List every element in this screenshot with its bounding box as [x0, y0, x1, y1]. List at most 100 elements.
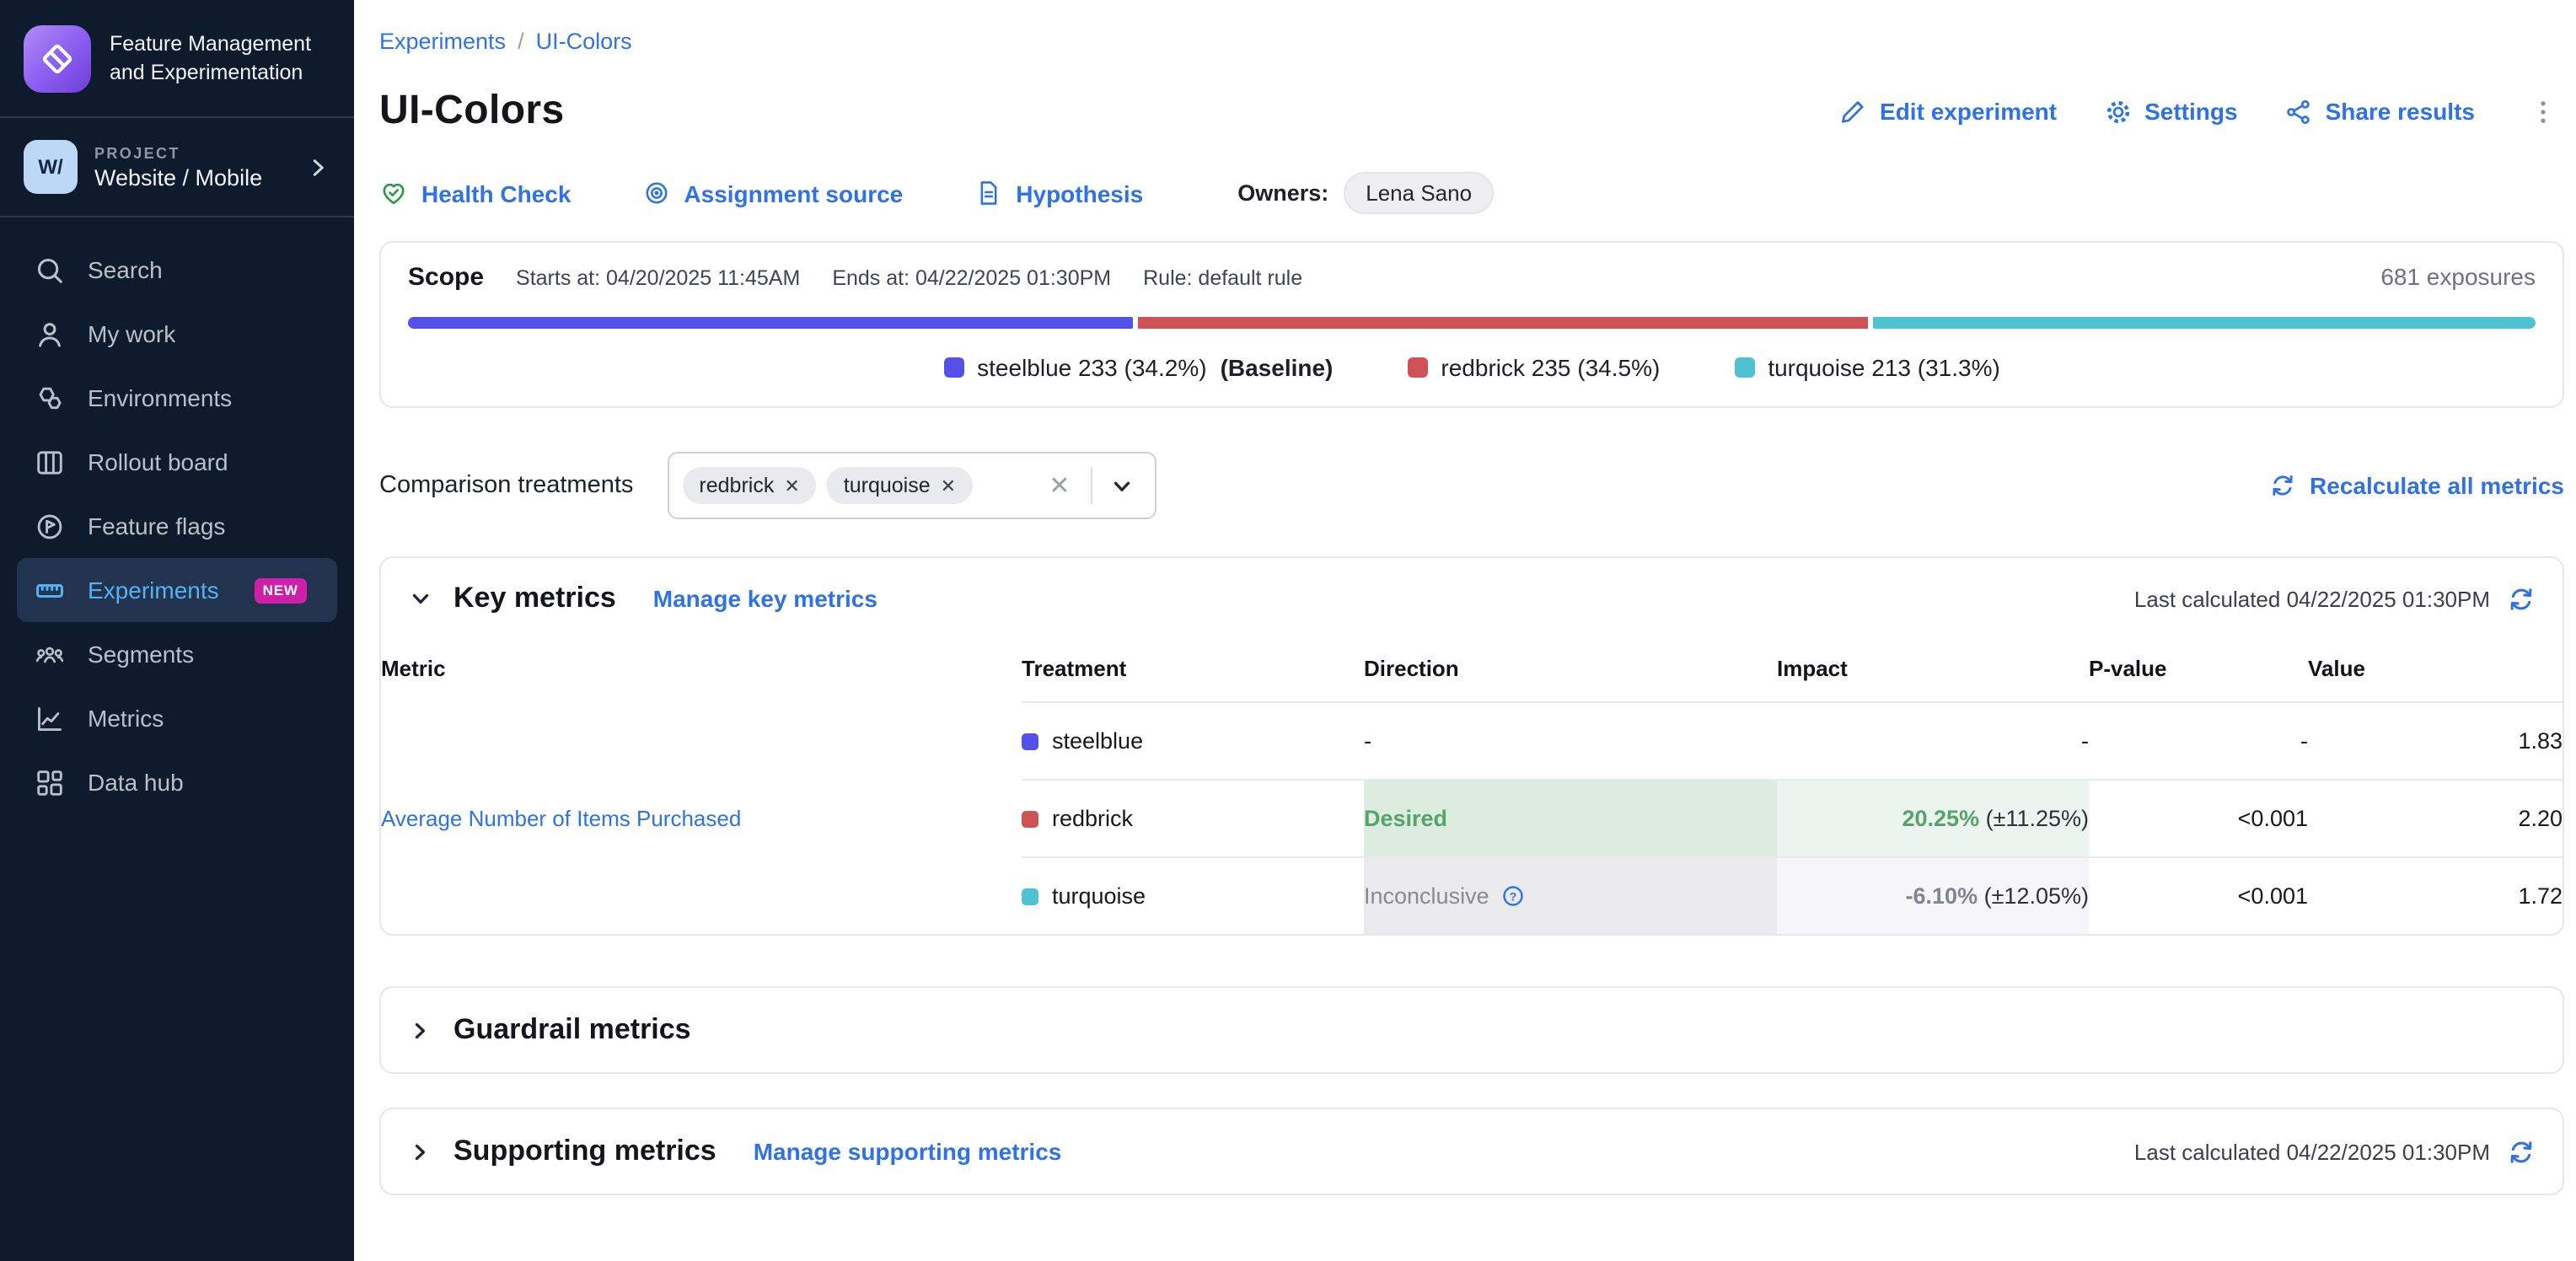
clear-selection-icon[interactable]: ✕: [1038, 470, 1080, 501]
sidebar-nav: Search My work Environments Rollout boar…: [0, 217, 354, 814]
remove-chip-icon[interactable]: ✕: [784, 475, 799, 496]
share-icon: [2285, 97, 2314, 126]
manage-supporting-metrics-link[interactable]: Manage supporting metrics: [754, 1138, 1062, 1165]
refresh-icon[interactable]: [2507, 584, 2536, 613]
breadcrumb-current-link[interactable]: UI-Colors: [536, 29, 632, 54]
sidebar-item-segments[interactable]: Segments: [17, 622, 337, 686]
impact-cell: -: [1777, 702, 2089, 780]
question-circle-icon[interactable]: ?: [1501, 883, 1527, 909]
legend-item-steelblue: steelblue 233 (34.2%) (Baseline): [943, 354, 1333, 381]
sidebar-item-my-work[interactable]: My work: [17, 302, 337, 366]
col-header-metric: Metric: [381, 639, 1022, 702]
sidebar-item-rollout-board[interactable]: Rollout board: [17, 430, 337, 494]
assignment-source-link[interactable]: Assignment source: [641, 179, 903, 207]
pvalue-cell: <0.001: [2089, 857, 2308, 934]
main-content: Experiments / UI-Colors UI-Colors Edit e…: [354, 0, 2576, 1261]
breadcrumb-experiments-link[interactable]: Experiments: [379, 29, 506, 54]
steelblue-swatch: [943, 357, 963, 378]
pencil-icon: [1839, 97, 1868, 126]
sidebar-item-label: Segments: [88, 641, 194, 668]
steelblue-swatch: [1022, 732, 1038, 749]
impact-cell: -6.10% (±12.05%): [1777, 857, 2089, 934]
edit-experiment-button[interactable]: Edit experiment: [1839, 97, 2057, 126]
scope-rule: Rule: default rule: [1143, 266, 1302, 290]
sidebar-item-label: Rollout board: [88, 448, 228, 475]
divider: [1090, 467, 1092, 504]
target-icon: [641, 179, 670, 207]
sidebar-item-experiments[interactable]: Experiments NEW: [17, 558, 337, 622]
brand-logo-icon: [24, 25, 91, 93]
data-hub-grid-icon: [34, 766, 66, 798]
sidebar-item-search[interactable]: Search: [17, 238, 337, 302]
share-results-button[interactable]: Share results: [2285, 97, 2475, 126]
treatment-legend: steelblue 233 (34.2%) (Baseline) redbric…: [408, 354, 2536, 381]
recalculate-all-metrics-button[interactable]: Recalculate all metrics: [2269, 472, 2564, 499]
chip-turquoise[interactable]: turquoise ✕: [827, 467, 973, 504]
chevron-down-icon[interactable]: [1102, 473, 1140, 498]
expand-chevron-right-icon[interactable]: [408, 1139, 433, 1164]
owners-block: Owners: Lena Sano: [1237, 172, 1494, 214]
metric-cell: Average Number of Items Purchased: [381, 702, 1022, 934]
hexagons-icon: [34, 382, 66, 414]
manage-key-metrics-link[interactable]: Manage key metrics: [653, 585, 877, 612]
treatment-cell: turquoise: [1022, 857, 1364, 934]
pvalue-cell: -: [2089, 702, 2308, 780]
remove-chip-icon[interactable]: ✕: [941, 475, 956, 496]
guardrail-metrics-card[interactable]: Guardrail metrics: [379, 986, 2564, 1074]
direction-cell: Desired: [1364, 780, 1777, 857]
bar-segment-steelblue: [408, 317, 1132, 329]
comparison-label: Comparison treatments: [379, 472, 633, 499]
redbrick-swatch: [1022, 810, 1038, 827]
legend-item-turquoise: turquoise 213 (31.3%): [1734, 354, 2000, 381]
col-header-impact: Impact: [1777, 639, 2089, 702]
expand-chevron-right-icon[interactable]: [408, 1017, 433, 1043]
refresh-icon: [2269, 472, 2296, 499]
document-icon: [974, 179, 1002, 207]
breadcrumb: Experiments / UI-Colors: [379, 0, 2564, 54]
metric-link[interactable]: Average Number of Items Purchased: [381, 806, 741, 831]
sidebar-item-label: Feature flags: [88, 512, 225, 539]
turquoise-swatch: [1022, 888, 1038, 904]
svg-text:?: ?: [1510, 890, 1517, 904]
table-row-steelblue: Average Number of Items Purchased steelb…: [381, 702, 2563, 780]
scope-exposures: 681 exposures: [2380, 263, 2536, 290]
last-calculated-text: Last calculated 04/22/2025 01:30PM: [2134, 1139, 2490, 1164]
chip-redbrick[interactable]: redbrick ✕: [682, 467, 816, 504]
treatment-multiselect[interactable]: redbrick ✕ turquoise ✕ ✕: [667, 452, 1156, 519]
scope-ends-at: Ends at: 04/22/2025 01:30PM: [832, 266, 1111, 290]
treatment-distribution-bar: [408, 317, 2536, 329]
sidebar-item-label: Environments: [88, 384, 232, 411]
chevron-right-icon: [305, 154, 330, 180]
board-columns-icon: [34, 446, 66, 478]
key-metrics-title: Key metrics: [453, 582, 616, 615]
legend-item-redbrick: redbrick 235 (34.5%): [1407, 354, 1660, 381]
scope-title: Scope: [408, 263, 484, 292]
search-icon: [34, 254, 66, 286]
health-check-link[interactable]: Health Check: [379, 179, 571, 207]
collapse-chevron-down-icon[interactable]: [408, 586, 433, 611]
sidebar-item-data-hub[interactable]: Data hub: [17, 750, 337, 814]
direction-cell: -: [1364, 702, 1777, 780]
page-title: UI-Colors: [379, 88, 565, 135]
sidebar-item-label: Metrics: [88, 705, 164, 732]
direction-cell: Inconclusive ?: [1364, 857, 1777, 934]
more-options-button[interactable]: [2522, 97, 2564, 126]
project-eyebrow: PROJECT: [94, 144, 288, 161]
key-metrics-table: Metric Treatment Direction Impact P-valu…: [381, 639, 2563, 934]
treatment-cell: steelblue: [1022, 702, 1364, 780]
baseline-tag: (Baseline): [1221, 354, 1334, 381]
sidebar-item-label: Experiments: [88, 577, 219, 604]
refresh-icon[interactable]: [2507, 1137, 2536, 1166]
settings-button[interactable]: Settings: [2104, 97, 2237, 126]
sidebar-item-environments[interactable]: Environments: [17, 366, 337, 430]
sidebar-item-feature-flags[interactable]: Feature flags: [17, 494, 337, 558]
sidebar-item-label: Data hub: [88, 769, 184, 796]
col-header-value: Value: [2308, 639, 2563, 702]
hypothesis-link[interactable]: Hypothesis: [974, 179, 1143, 207]
supporting-metrics-card[interactable]: Supporting metrics Manage supporting met…: [379, 1108, 2564, 1195]
project-switcher[interactable]: W/ PROJECT Website / Mobile: [0, 118, 354, 216]
sidebar-item-metrics[interactable]: Metrics: [17, 686, 337, 750]
project-avatar: W/: [24, 140, 78, 194]
impact-cell: 20.25% (±11.25%): [1777, 780, 2089, 857]
app-window: Feature Management and Experimentation W…: [0, 0, 2576, 1261]
